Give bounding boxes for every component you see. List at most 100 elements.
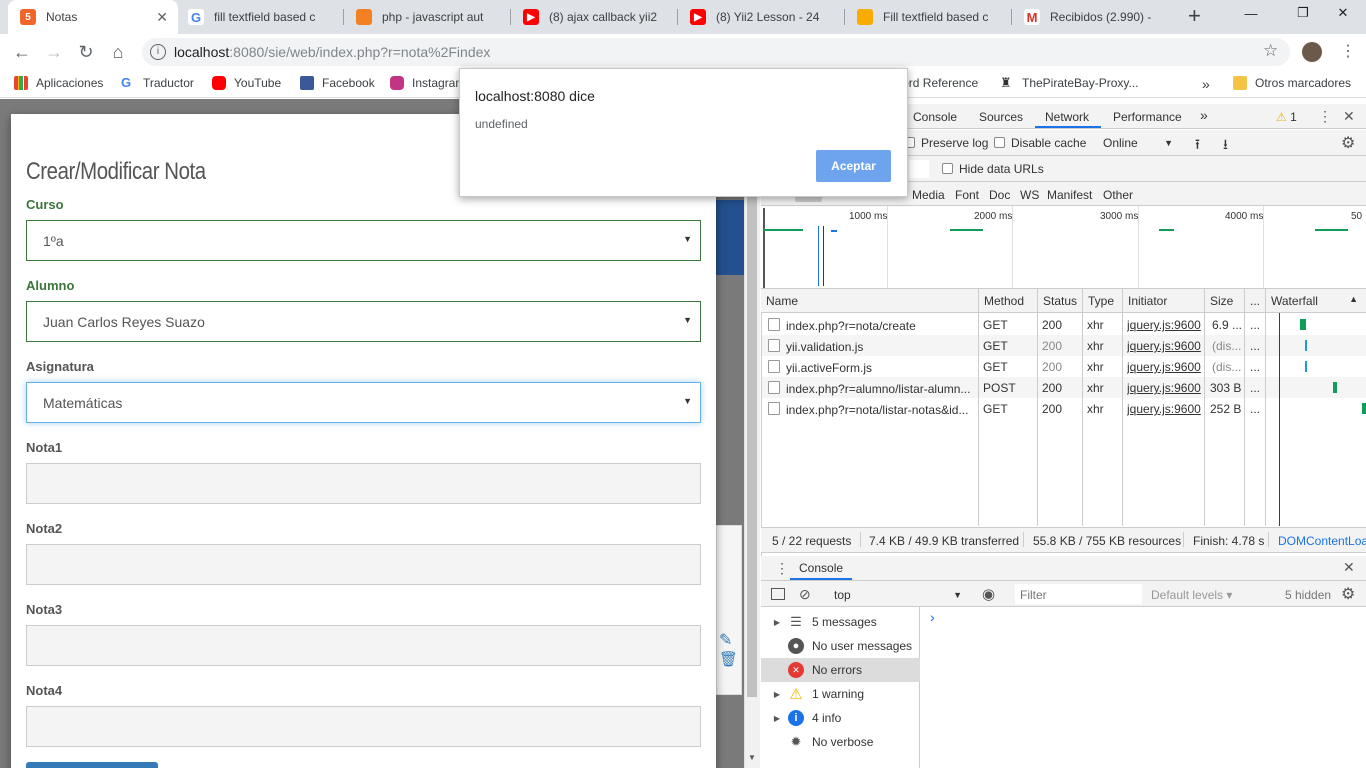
back-icon[interactable]: ←	[10, 40, 34, 64]
filter-font[interactable]: Font	[955, 188, 979, 202]
download-icon[interactable]: ⭳	[1223, 134, 1228, 158]
bookmark-star-icon[interactable]: ☆	[1263, 41, 1278, 61]
tab-5[interactable]: ▶ (8) Yii2 Lesson - 24	[678, 0, 845, 34]
sidebar-item-user-messages[interactable]: ● No user messages	[761, 634, 920, 658]
table-row[interactable]: yii.activeForm.js	[768, 360, 872, 375]
close-window-icon[interactable]: ✕	[1320, 0, 1366, 26]
accept-button[interactable]: Aceptar	[816, 150, 891, 182]
sidebar-item-messages[interactable]: ▶ ☰ 5 messages	[761, 610, 920, 634]
disable-cache-checkbox[interactable]: Disable cache	[994, 136, 1086, 150]
filter-doc[interactable]: Doc	[989, 188, 1010, 202]
nota4-input[interactable]	[26, 706, 701, 747]
table-row[interactable]: yii.validation.js	[768, 339, 863, 354]
col-waterfall[interactable]: Waterfall ▲	[1266, 289, 1366, 313]
overview-handle[interactable]	[763, 208, 765, 288]
warning-counter[interactable]: ⚠ 1	[1276, 110, 1297, 124]
nota1-input[interactable]	[26, 463, 701, 504]
table-row[interactable]: index.php?r=nota/listar-notas&id...	[768, 402, 968, 417]
user-icon: ●	[788, 638, 804, 654]
more-tabs-icon[interactable]: »	[1200, 107, 1208, 123]
col-type[interactable]: Type	[1083, 289, 1123, 313]
bookmark-otros[interactable]: Otros marcadores	[1233, 76, 1351, 90]
reload-icon[interactable]: ↻	[74, 40, 98, 64]
drawer-menu-icon[interactable]: ⋮	[775, 560, 789, 577]
scrollbar-thumb[interactable]	[747, 115, 757, 697]
hide-data-urls-checkbox[interactable]: Hide data URLs	[942, 162, 1044, 176]
tab-3[interactable]: php - javascript aut	[344, 0, 511, 34]
col-time[interactable]: ...	[1245, 289, 1266, 313]
table-row[interactable]: index.php?r=nota/create	[768, 318, 916, 333]
row-initiator[interactable]: jquery.js:9600	[1127, 381, 1201, 395]
bookmark-piratebay[interactable]: ♜ ThePirateBay-Proxy...	[1000, 76, 1138, 91]
tab-4[interactable]: ▶ (8) ajax callback yii2	[511, 0, 678, 34]
devtools-menu-icon[interactable]: ⋮	[1318, 108, 1332, 125]
sidebar-toggle-icon[interactable]	[771, 588, 785, 600]
sidebar-item-verbose[interactable]: ✹ No verbose	[761, 730, 920, 754]
tab-2[interactable]: G fill textfield based c	[176, 0, 343, 34]
avatar[interactable]	[1302, 42, 1322, 62]
tab-7[interactable]: M Recibidos (2.990) -	[1012, 0, 1179, 34]
eye-icon[interactable]: ◉	[982, 585, 995, 603]
pencil-icon[interactable]: ✎	[719, 630, 732, 650]
curso-select[interactable]: 1ºa ▼	[26, 220, 701, 261]
throttle-select[interactable]: Online ▼	[1103, 136, 1173, 150]
home-icon[interactable]: ⌂	[106, 40, 130, 64]
bookmarks-overflow[interactable]: »	[1202, 76, 1210, 92]
row-initiator[interactable]: jquery.js:9600	[1127, 360, 1201, 374]
log-levels-select[interactable]: Default levels ▾	[1151, 588, 1232, 602]
drawer-tab-console[interactable]: Console	[799, 561, 843, 575]
info-icon[interactable]: i	[150, 44, 166, 60]
row-initiator[interactable]: jquery.js:9600	[1127, 318, 1201, 332]
tab-console[interactable]: Console	[913, 110, 957, 124]
table-row[interactable]: index.php?r=alumno/listar-alumn...	[768, 381, 970, 396]
url-text[interactable]: localhost:8080/sie/web/index.php?r=nota%…	[174, 44, 490, 60]
sidebar-item-info[interactable]: ▶ i 4 info	[761, 706, 920, 730]
gear-icon[interactable]: ⚙	[1341, 133, 1355, 153]
menu-kebab-icon[interactable]: ⋮	[1340, 41, 1356, 61]
alumno-select[interactable]: Juan Carlos Reyes Suazo ▼	[26, 301, 701, 342]
col-size[interactable]: Size	[1205, 289, 1245, 313]
bookmark-youtube[interactable]: YouTube	[212, 76, 281, 90]
clear-console-icon[interactable]: ⊘	[799, 586, 811, 603]
preserve-log-checkbox[interactable]: Preserve log	[904, 136, 988, 150]
bookmark-instagram[interactable]: Instagram	[390, 76, 465, 90]
nota3-input[interactable]	[26, 625, 701, 666]
drawer-close-icon[interactable]: ✕	[1343, 559, 1355, 576]
minimize-icon[interactable]: —	[1228, 0, 1274, 26]
col-method[interactable]: Method	[979, 289, 1038, 313]
console-settings-icon[interactable]: ⚙	[1341, 584, 1355, 604]
col-status[interactable]: Status	[1038, 289, 1083, 313]
col-name[interactable]: Name	[761, 289, 979, 313]
tab-notas[interactable]: 5 Notas ✕	[8, 0, 178, 34]
tab-sources[interactable]: Sources	[979, 110, 1023, 124]
sidebar-item-warnings[interactable]: ▶ ⚠ 1 warning	[761, 682, 920, 706]
col-initiator[interactable]: Initiator	[1123, 289, 1205, 313]
console-prompt[interactable]: ›	[930, 609, 935, 625]
bookmark-facebook[interactable]: Facebook	[300, 76, 375, 90]
close-tab-icon[interactable]: ✕	[156, 9, 168, 26]
tab-6[interactable]: Fill textfield based c	[845, 0, 1012, 34]
filter-ws[interactable]: WS	[1020, 188, 1039, 202]
row-initiator[interactable]: jquery.js:9600	[1127, 339, 1201, 353]
sidebar-item-errors[interactable]: ✕ No errors	[761, 658, 920, 682]
devtools-close-icon[interactable]: ✕	[1343, 108, 1355, 125]
asignatura-select[interactable]: Matemáticas ▼	[26, 382, 701, 423]
tab-performance[interactable]: Performance	[1113, 110, 1182, 124]
nota2-input[interactable]	[26, 544, 701, 585]
filter-media[interactable]: Media	[912, 188, 945, 202]
new-tab-button[interactable]: +	[1188, 5, 1201, 27]
filter-manifest[interactable]: Manifest	[1047, 188, 1092, 202]
context-select[interactable]: top ▼	[834, 588, 962, 602]
filter-input[interactable]	[909, 160, 929, 178]
submit-button[interactable]	[26, 762, 158, 768]
upload-icon[interactable]: ⭱	[1195, 134, 1200, 158]
filter-other[interactable]: Other	[1103, 188, 1133, 202]
scroll-down-arrow-icon[interactable]: ▼	[748, 753, 756, 762]
bookmark-aplicaciones[interactable]: Aplicaciones	[14, 76, 103, 90]
row-initiator[interactable]: jquery.js:9600	[1127, 402, 1201, 416]
bookmark-traductor[interactable]: G Traductor	[121, 76, 194, 90]
file-icon	[768, 402, 780, 415]
tab-network[interactable]: Network	[1045, 110, 1089, 124]
forward-icon[interactable]: →	[42, 40, 66, 64]
trash-icon[interactable]: 🗑	[719, 650, 738, 668]
